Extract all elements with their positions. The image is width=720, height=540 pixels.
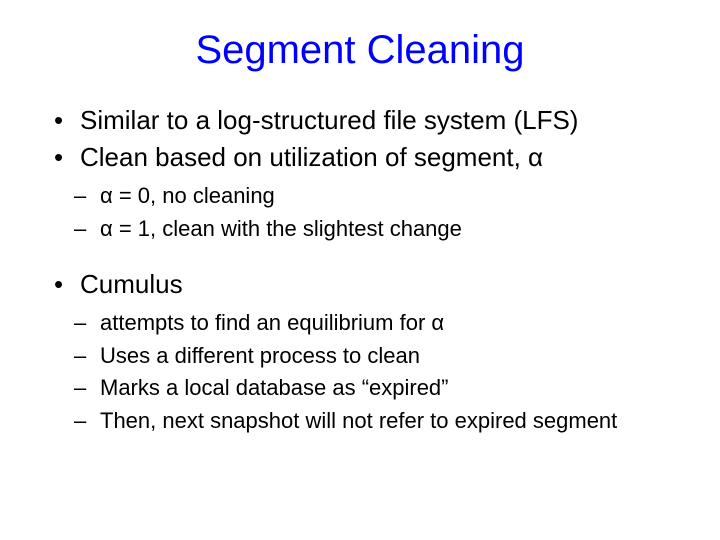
sub-bullet-item: α = 1, clean with the slightest change <box>74 214 680 245</box>
sub-bullet-item: Then, next snapshot will not refer to ex… <box>74 406 680 437</box>
sub-bullet-item: Marks a local database as “expired” <box>74 373 680 404</box>
bullet-item: Cumulus <box>50 267 680 302</box>
slide: Segment Cleaning Similar to a log-struct… <box>0 0 720 540</box>
bullet-list: Similar to a log-structured file system … <box>50 103 680 175</box>
sub-bullet-item: Uses a different process to clean <box>74 341 680 372</box>
sub-bullet-list: α = 0, no cleaning α = 1, clean with the… <box>74 181 680 245</box>
slide-title: Segment Cleaning <box>40 28 680 73</box>
sub-bullet-item: attempts to find an equilibrium for α <box>74 308 680 339</box>
sub-bullet-list: attempts to find an equilibrium for α Us… <box>74 308 680 437</box>
bullet-item: Similar to a log-structured file system … <box>50 103 680 138</box>
bullet-item: Clean based on utilization of segment, α <box>50 140 680 175</box>
sub-bullet-item: α = 0, no cleaning <box>74 181 680 212</box>
bullet-list: Cumulus <box>50 267 680 302</box>
spacer <box>40 259 680 267</box>
